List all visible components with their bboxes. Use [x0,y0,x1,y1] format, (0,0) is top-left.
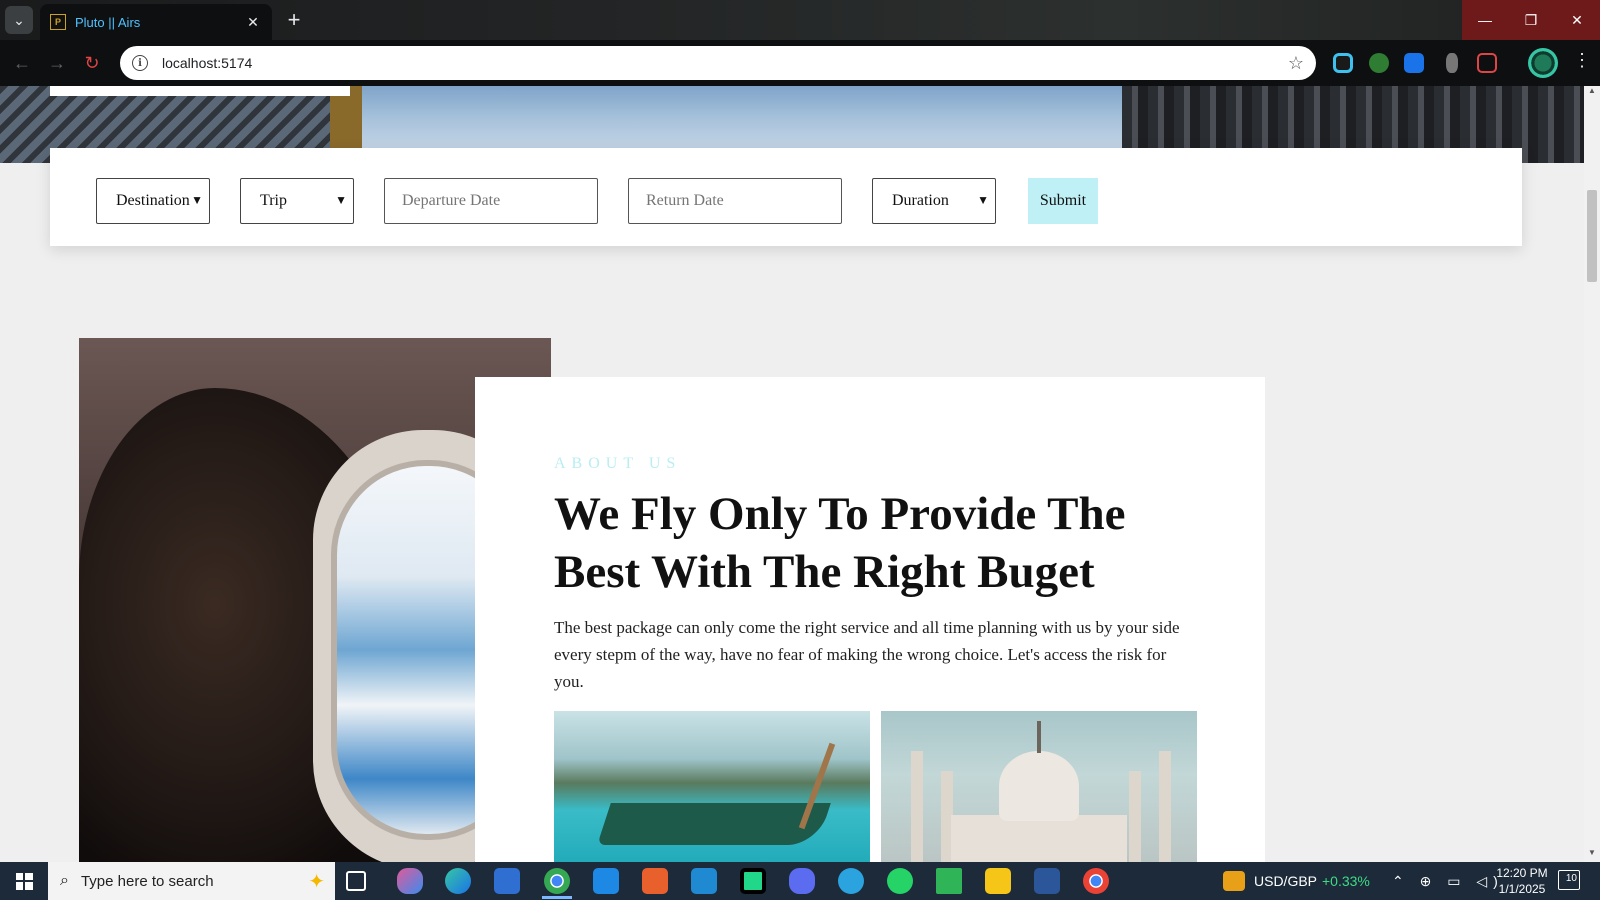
page-viewport: Destination ▼ Trip ▼ Departure Date Retu… [0,86,1584,862]
whatsapp-icon[interactable] [887,868,913,894]
taskbar-search-box[interactable]: ⌕ Type here to search ✦ [48,862,335,900]
app-icon[interactable] [789,868,815,894]
scrollbar-thumb[interactable] [1587,190,1597,282]
chrome-icon[interactable] [544,868,570,894]
menu-icon[interactable]: ⋮ [1572,50,1592,71]
browser-titlebar: ⌄ P Pluto || Airs ✕ + — ❐ ✕ [0,0,1600,40]
back-icon[interactable]: ← [10,51,34,75]
about-image-taj-mahal [881,711,1197,862]
windows-taskbar: ⌕ Type here to search ✦ USD/GBP +0.33% ⌃… [0,862,1600,900]
return-date-input[interactable]: Return Date [628,178,842,224]
window-minimize-button[interactable]: — [1462,0,1508,40]
reload-icon[interactable]: ↻ [80,51,104,75]
window-close-button[interactable]: ✕ [1554,0,1600,40]
search-icon: ⌕ [60,872,69,889]
edge-icon[interactable] [445,868,471,894]
about-section: ABOUT US We Fly Only To Provide The Best… [475,377,1265,862]
bookmark-star-icon[interactable]: ☆ [1288,53,1304,74]
about-image-boat [554,711,870,862]
about-description: The best package can only come the right… [554,618,1180,691]
chevron-down-icon: ▼ [335,193,347,207]
clock-date: 1/1/2025 [1498,882,1546,896]
profile-avatar[interactable] [1528,48,1558,78]
departure-date-input[interactable]: Departure Date [384,178,598,224]
task-view-icon[interactable] [346,871,366,891]
tab-title: Pluto || Airs [75,14,141,30]
extension-icon[interactable] [1333,53,1353,73]
extensions-puzzle-icon[interactable] [1477,53,1497,73]
site-favicon-icon: P [50,14,66,30]
destination-select[interactable]: Destination ▼ [96,178,210,224]
page-scrollbar[interactable]: ▲ ▼ [1584,86,1600,862]
address-bar[interactable]: i localhost:5174 ☆ [120,46,1316,80]
currency-widget-icon[interactable] [1223,871,1245,891]
taskbar-clock[interactable]: 12:20 PM 1/1/2025 [1488,865,1556,897]
chevron-down-icon: ▼ [191,193,203,207]
browser-toolbar: ← → ↻ i localhost:5174 ☆ ⋮ [0,40,1600,86]
close-icon[interactable]: ✕ [244,14,262,31]
extension-icon[interactable] [1404,53,1424,73]
destination-select-label: Destination [116,192,190,209]
about-title: We Fly Only To Provide The Best With The… [554,488,1126,598]
taskbar-search-placeholder: Type here to search [80,872,214,890]
trip-select[interactable]: Trip ▼ [240,178,354,224]
browser-tab[interactable]: P Pluto || Airs ✕ [40,4,272,40]
word-icon[interactable] [1034,868,1060,894]
trip-select-label: Trip [260,192,287,209]
new-tab-icon[interactable]: + [282,8,306,32]
vscode-icon[interactable] [691,868,717,894]
pycharm-icon[interactable] [740,868,766,894]
search-highlight-icon: ✦ [308,871,325,893]
clock-time: 12:20 PM [1496,866,1548,880]
hero-overlay-bar [50,86,350,96]
currency-change: +0.33% [1322,873,1370,889]
store-icon[interactable] [494,868,520,894]
booking-search-form: Destination ▼ Trip ▼ Departure Date Retu… [50,148,1522,246]
about-eyebrow: ABOUT US [554,455,682,472]
tab-search-icon[interactable]: ⌄ [5,6,33,34]
app-triangle-icon[interactable] [936,868,962,894]
start-button[interactable] [0,862,48,900]
telegram-icon[interactable] [838,868,864,894]
mail-icon[interactable] [593,868,619,894]
xampp-icon[interactable] [642,868,668,894]
window-maximize-button[interactable]: ❐ [1508,0,1554,40]
submit-button[interactable]: Submit [1028,178,1098,224]
return-date-placeholder: Return Date [646,192,724,209]
active-app-indicator [542,896,572,899]
departure-date-placeholder: Departure Date [402,192,501,209]
currency-pair-label[interactable]: USD/GBP [1254,862,1317,900]
copilot-icon[interactable] [397,868,423,894]
windows-logo-icon [15,872,33,890]
site-info-icon[interactable]: i [132,55,148,71]
duration-select-label: Duration [892,192,949,209]
forward-icon[interactable]: → [45,51,69,75]
chrome-profile-icon[interactable] [1083,868,1109,894]
duration-select[interactable]: Duration ▼ [872,178,996,224]
scroll-up-icon[interactable]: ▲ [1584,86,1600,100]
extension-icon[interactable] [1369,53,1389,73]
notification-icon[interactable]: 10 [1558,870,1580,890]
url-text[interactable]: localhost:5174 [162,55,1288,71]
extension-icon[interactable] [1446,53,1458,73]
chevron-down-icon: ▼ [977,193,989,207]
file-explorer-icon[interactable] [985,868,1011,894]
scroll-down-icon[interactable]: ▼ [1584,848,1600,862]
